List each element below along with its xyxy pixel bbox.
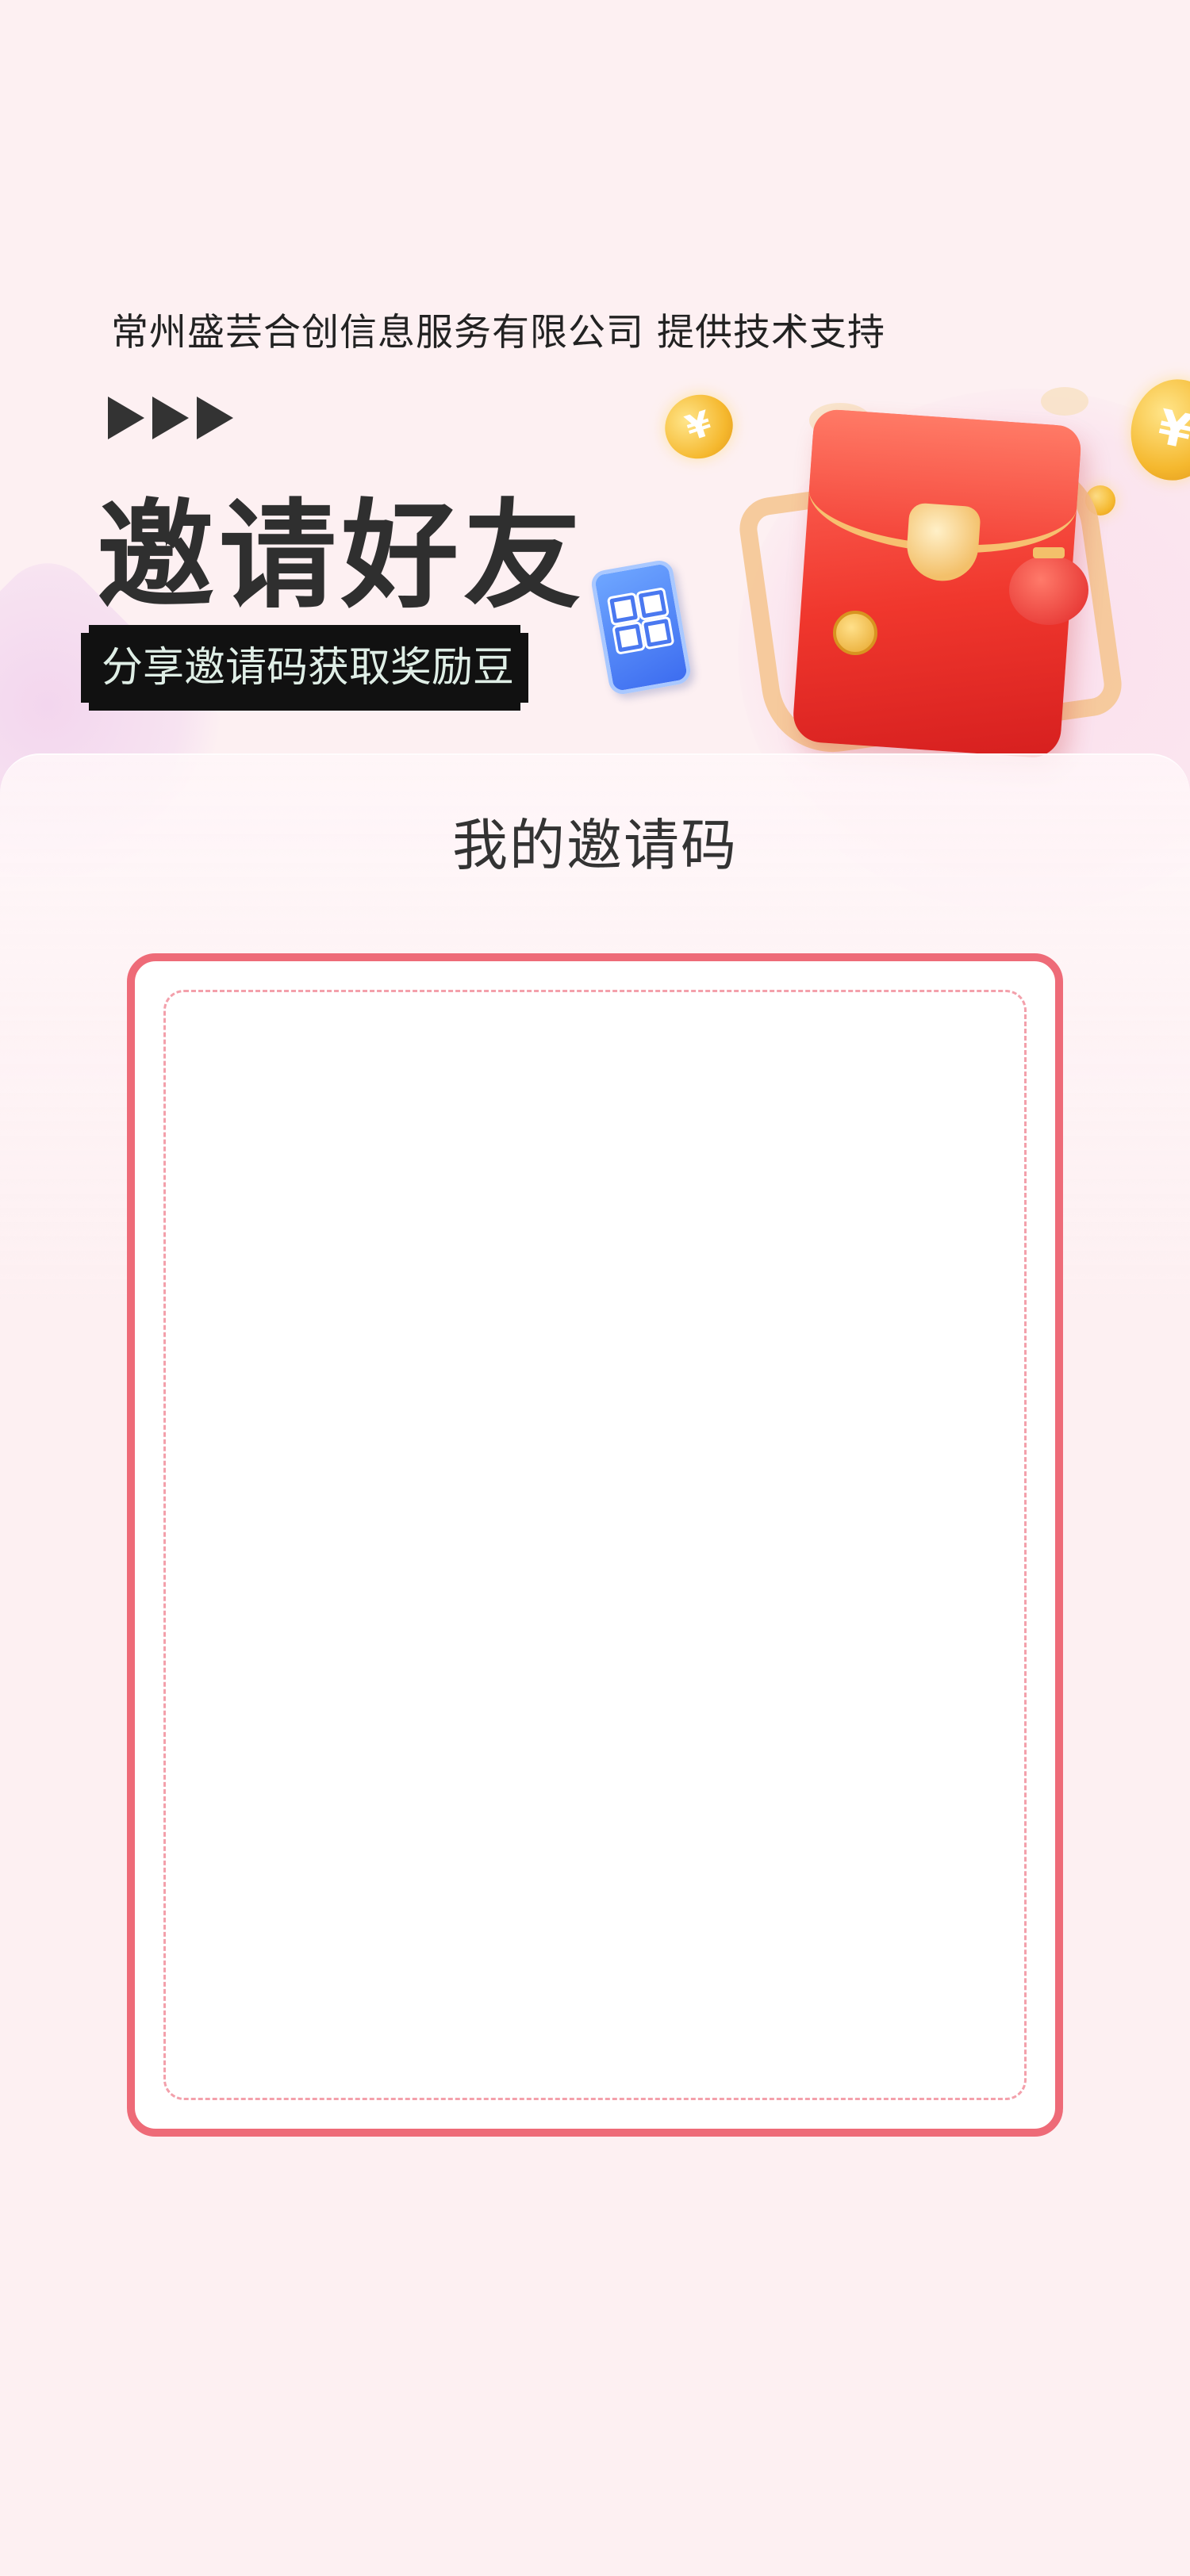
tech-support-text: 常州盛芸合创信息服务有限公司 提供技术支持 xyxy=(111,311,885,355)
invite-page: 常州盛芸合创信息服务有限公司 提供技术支持 邀请好友 分享邀请码获取奖励豆 ¥ … xyxy=(0,0,1190,2576)
coin-icon: ¥ xyxy=(656,385,742,468)
copper-coin-icon xyxy=(833,611,877,655)
qr-phone-icon xyxy=(589,558,693,696)
invite-code-area[interactable] xyxy=(163,990,1027,2100)
lantern-icon xyxy=(1009,547,1088,625)
cloud-decoration xyxy=(1041,387,1088,416)
invite-code-frame xyxy=(127,953,1063,2137)
page-title: 邀请好友 xyxy=(97,488,585,624)
play-arrows-icon xyxy=(108,397,233,439)
page-subtitle: 分享邀请码获取奖励豆 xyxy=(102,644,515,692)
invite-code-title: 我的邀请码 xyxy=(452,813,738,878)
